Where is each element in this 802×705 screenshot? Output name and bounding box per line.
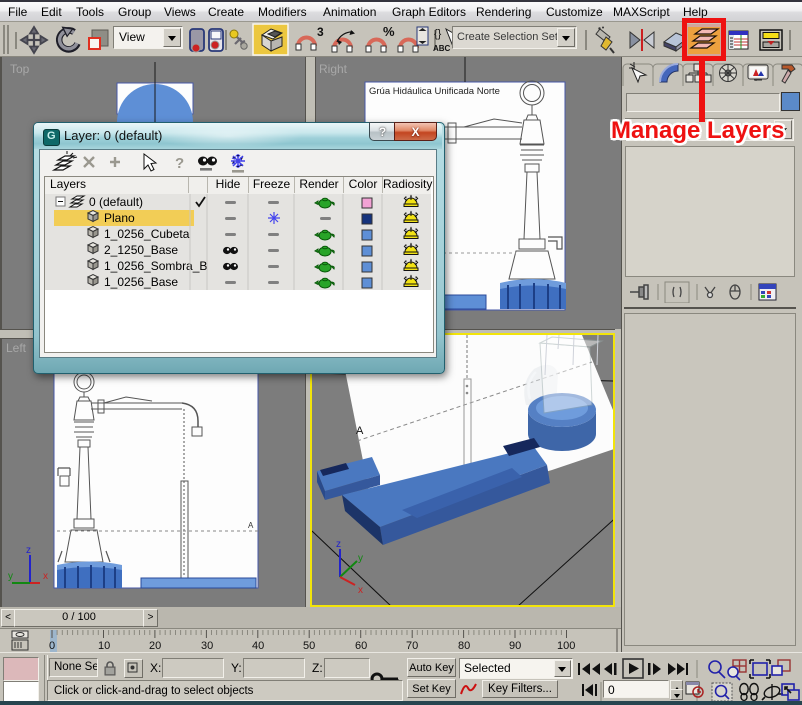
svg-text:A: A: [356, 425, 364, 437]
svg-text:3: 3: [317, 25, 324, 39]
svg-text:50: 50: [303, 640, 315, 652]
svg-text:20: 20: [149, 640, 161, 652]
svg-text:Grúa Hidáulica Unificada Norte: Grúa Hidáulica Unificada Norte: [369, 86, 500, 97]
svg-text:100: 100: [557, 640, 575, 652]
svg-text:{}: {}: [434, 28, 442, 40]
svg-text:Left: Left: [6, 341, 27, 355]
svg-text:ABC: ABC: [433, 44, 451, 53]
svg-text:30: 30: [201, 640, 213, 652]
svg-text:?: ?: [175, 155, 184, 172]
svg-text:0: 0: [49, 640, 55, 652]
svg-text:80: 80: [458, 640, 470, 652]
svg-text:x: x: [43, 571, 48, 582]
svg-text:Right: Right: [319, 62, 348, 76]
svg-text:Plano: Plano: [104, 211, 135, 225]
svg-text:40: 40: [252, 640, 264, 652]
svg-text:%: %: [383, 24, 395, 39]
svg-text:0 (default): 0 (default): [89, 195, 143, 209]
svg-text:90: 90: [509, 640, 521, 652]
svg-text:Top: Top: [10, 62, 30, 76]
svg-text:y: y: [8, 571, 13, 582]
svg-text:x: x: [358, 585, 363, 596]
svg-text:1_0256_Cubeta: 1_0256_Cubeta: [104, 227, 190, 241]
svg-text:z: z: [26, 545, 31, 556]
svg-text:y: y: [358, 553, 363, 564]
svg-text:A: A: [248, 521, 254, 530]
svg-text:2_1250_Base: 2_1250_Base: [104, 243, 178, 257]
svg-text:10: 10: [98, 640, 110, 652]
svg-text:1_0256_Base: 1_0256_Base: [104, 275, 178, 289]
svg-text:60: 60: [355, 640, 367, 652]
svg-text:70: 70: [406, 640, 418, 652]
svg-text:z: z: [336, 539, 341, 550]
svg-text:1_0256_Sombra_B: 1_0256_Sombra_B: [104, 259, 207, 273]
